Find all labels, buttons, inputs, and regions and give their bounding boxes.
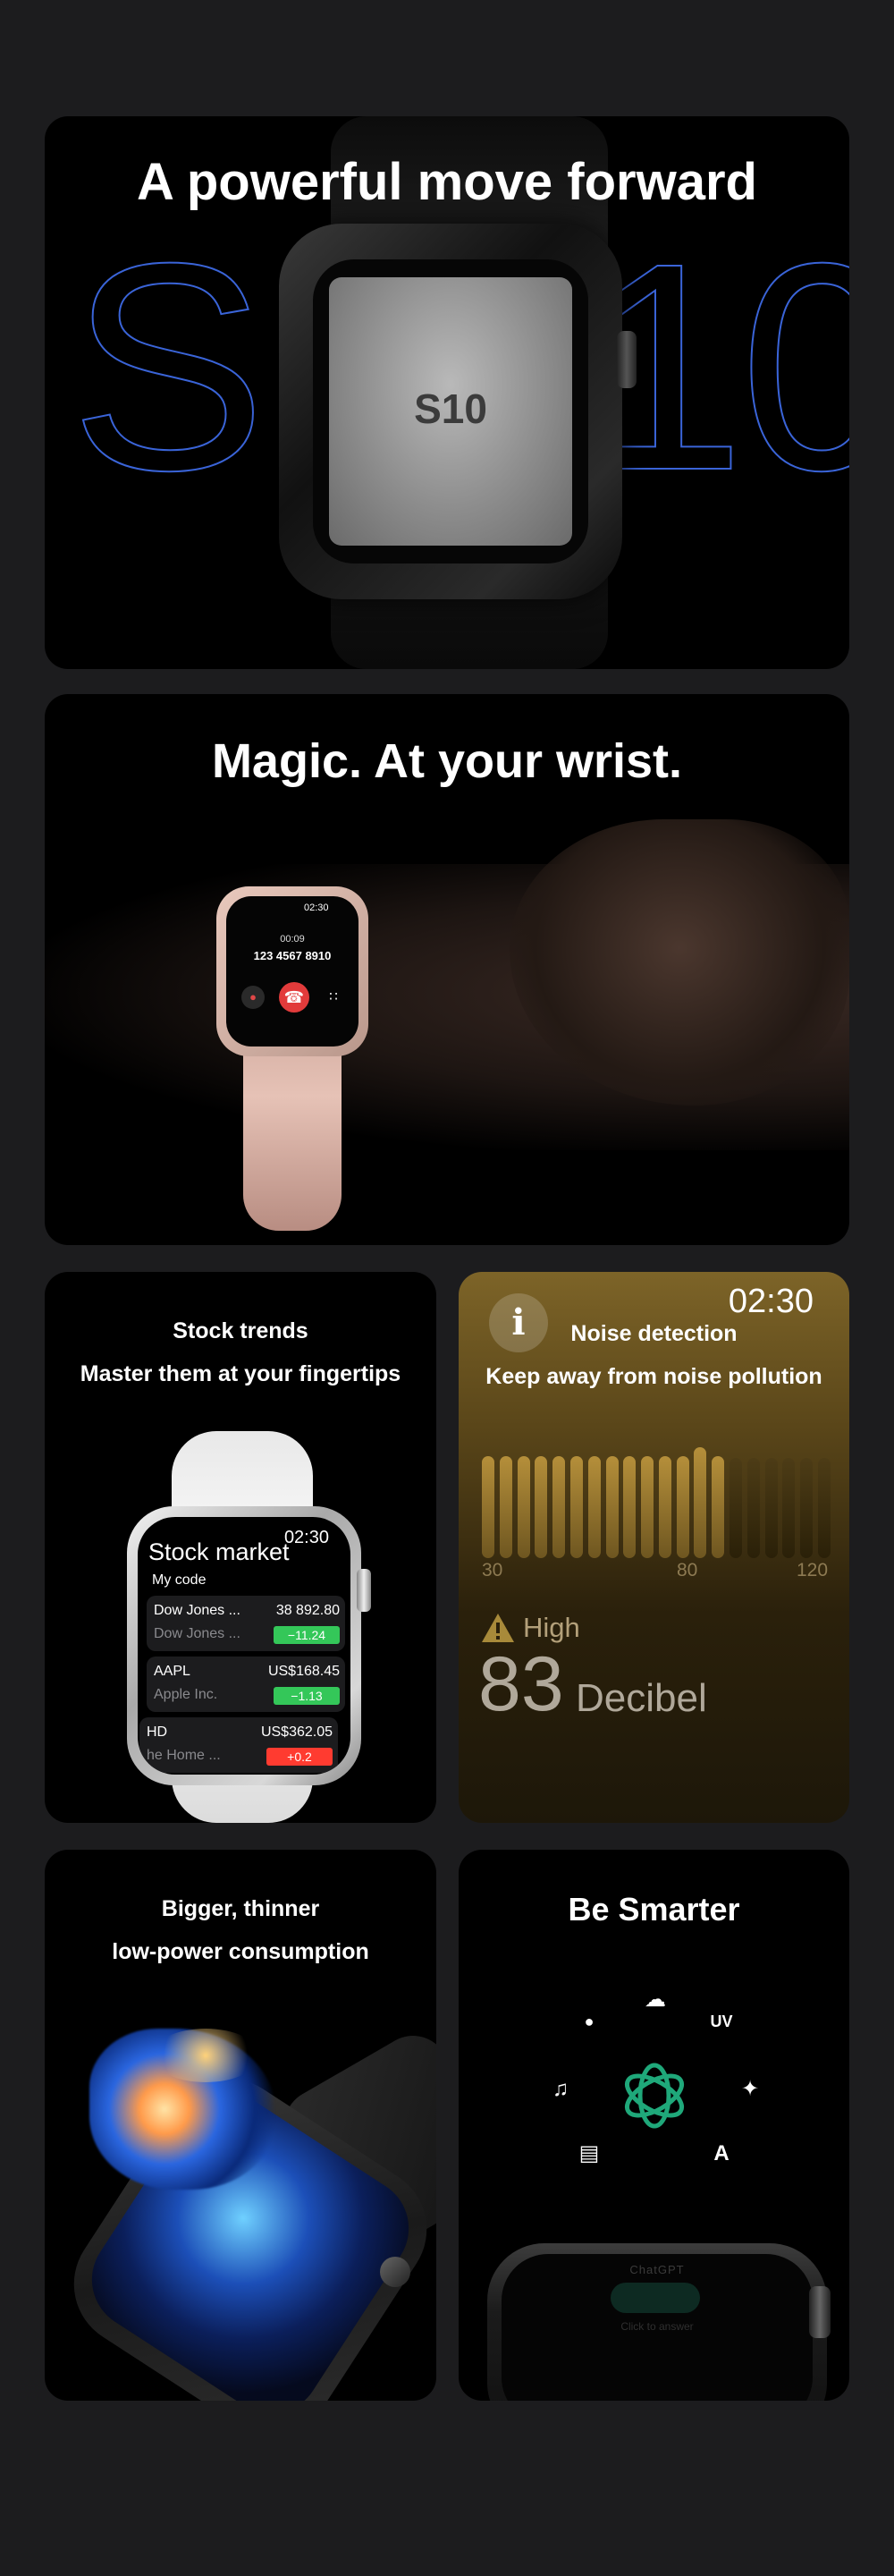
stock-name: HD [147,1724,168,1740]
smart-title: Be Smarter [568,1891,740,1928]
appstore-icon[interactable]: A [704,2140,739,2168]
mute-icon[interactable]: ● [241,986,265,1009]
noise-clock: 02:30 [728,1283,814,1320]
smart-card: Be Smarter ☁ ● UV ♫ ✦ ▤ A ChatGPT Click … [459,1850,849,2401]
stock-sub: Dow Jones ... [154,1626,240,1641]
stock-name: Dow Jones ... [154,1603,240,1618]
stock-price: 38 892.80 [275,1603,340,1618]
warning-icon [482,1614,514,1642]
chat-icon[interactable]: ● [571,2007,607,2036]
stock-sub: Apple Inc. [154,1687,218,1702]
noise-bar [587,1456,601,1558]
display-subtitle: low-power consumption [112,1939,369,1964]
stock-subtitle: Master them at your fingertips [80,1361,401,1386]
noise-subtitle: Keep away from noise pollution [485,1364,822,1389]
noise-bar [499,1456,512,1558]
display-title: Bigger, thinner [161,1896,320,1921]
noise-bar [730,1458,743,1558]
noise-bar [641,1456,654,1558]
watch-app-button[interactable] [611,2283,700,2313]
decibel-unit: Decibel [576,1676,707,1720]
noise-bar [818,1458,831,1558]
stock-row[interactable]: HD he Home ... US$362.05 +0.2 [139,1717,338,1773]
noise-bar [746,1458,760,1558]
dragon-glow [152,2029,259,2082]
watch-app-hint: Click to answer [620,2320,694,2333]
book-icon[interactable]: ▤ [571,2140,607,2168]
section-label: My code [152,1572,207,1588]
stock-change-badge: +0.2 [266,1748,333,1766]
game-icon[interactable]: ✦ [732,2075,768,2104]
music-icon[interactable]: ♫ [543,2075,578,2104]
noise-bar [482,1456,494,1558]
stock-name: AAPL [154,1664,190,1679]
cloud-icon[interactable]: ☁ [637,1986,673,2014]
stock-price: US$168.45 [267,1664,340,1679]
noise-bar [712,1456,725,1558]
noise-card: i 02:30 Noise detection Keep away from n… [459,1272,849,1823]
axis-label-min: 30 [482,1560,503,1580]
hangup-icon[interactable]: ☎ [279,982,309,1013]
stock-card: Stock trends Master them at your fingert… [45,1272,436,1823]
call-clock: 02:30 [304,902,329,913]
noise-level-bars [482,1442,831,1558]
call-duration: 00:09 [280,934,305,945]
noise-bar [623,1456,637,1558]
hero-title: A powerful move forward [137,153,757,211]
noise-bar [800,1458,814,1558]
noise-bar [517,1456,530,1558]
watch-screen: 02:30 Stock market My code Dow Jones ...… [138,1517,350,1775]
noise-bar [764,1458,778,1558]
decibel-value: 83 [478,1641,564,1727]
axis-label-max: 120 [797,1560,829,1580]
level-label: High [523,1612,580,1643]
digital-crown [617,331,637,388]
wrist-title: Magic. At your wrist. [211,734,683,788]
digital-crown [357,1569,371,1612]
noise-title: Noise detection [570,1321,738,1346]
chip-label: S10 [414,386,487,432]
stock-price: US$362.05 [260,1724,333,1740]
display-card: Bigger, thinner low-power consumption [45,1850,436,2401]
stock-change-badge: −11.24 [274,1626,340,1644]
stock-row[interactable]: AAPL Apple Inc. US$168.45 −1.13 [147,1657,345,1712]
stock-row[interactable]: Dow Jones ... Dow Jones ... 38 892.80 −1… [147,1596,345,1651]
noise-bar [605,1456,619,1558]
stock-app-title: Stock market [148,1538,290,1565]
noise-bar [552,1456,566,1558]
watch-screen [226,896,358,1046]
noise-bar [694,1447,707,1558]
watch-app-name: ChatGPT [629,2263,685,2276]
axis-label-mid: 80 [677,1560,698,1580]
call-number: 123 4567 8910 [253,949,332,962]
hero-card: S 10 S10 A powerful move forward [45,116,849,669]
stock-sub: he Home ... [147,1748,221,1763]
chatgpt-logo-icon[interactable] [616,2057,693,2134]
outline-letter-s: S [69,201,267,531]
wrist-card: Magic. At your wrist. 02:30 00:09 123 45… [45,694,849,1245]
noise-bar [658,1456,671,1558]
noise-bar [535,1456,548,1558]
watch-clock: 02:30 [283,1528,329,1547]
stock-change-badge: −1.13 [274,1687,340,1705]
uv-icon[interactable]: UV [704,2007,739,2036]
digital-crown [380,2257,410,2287]
stock-title: Stock trends [173,1318,308,1343]
noise-bar [782,1458,796,1558]
keypad-icon[interactable]: ∷ [322,986,345,1009]
noise-bar [676,1456,689,1558]
noise-bar [569,1456,583,1558]
